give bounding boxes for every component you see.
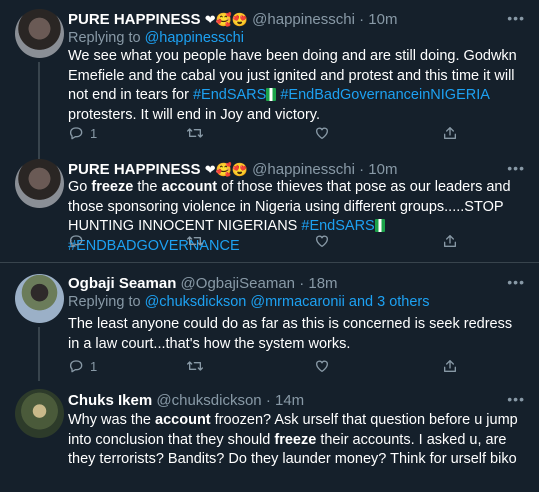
display-name[interactable]: Ogbaji Seaman [68,275,176,292]
reply-button[interactable] [68,233,84,249]
tweet-text: Why was the account froozen? Ask urself … [68,411,523,470]
reply-button[interactable]: 1 [68,358,97,374]
highlighted-term: account [155,412,211,428]
tweet-2[interactable]: PURE HAPPINESS ❤🥰😍 @happinesschi · 10m •… [0,159,539,257]
tweet-1[interactable]: PURE HAPPINESS ❤🥰😍 @happinesschi · 10m •… [0,0,539,159]
avatar[interactable] [15,9,64,58]
avatar[interactable] [15,274,64,323]
reply-count: 1 [90,358,98,374]
display-name[interactable]: PURE HAPPINESS [68,11,201,28]
tweet-header: Chuks Ikem @chuksdickson · 14m [68,391,304,411]
retweet-button[interactable] [186,125,204,141]
reply-to-link[interactable]: @happinesschi [145,30,244,46]
nigeria-flag-icon [374,219,385,232]
replying-to-label: Replying to [68,294,141,310]
highlighted-term: freeze [274,431,317,448]
hashtag-link[interactable]: #EndSARS [193,87,266,103]
tweet-text-part: of those thieves that pose as our leader… [68,179,511,234]
user-handle[interactable]: @happinesschi [252,11,355,28]
tweet-actions [68,233,508,253]
retweet-icon [187,128,203,138]
reply-to-link[interactable]: @chuksdickson @mrmacaronii and 3 others [145,294,430,310]
reply-icon [69,127,83,140]
tweet-3[interactable]: Ogbaji Seaman @OgbajiSeaman · 18m ••• Re… [0,263,539,381]
tweet-header: Ogbaji Seaman @OgbajiSeaman · 18m [68,274,338,294]
thread-line [38,327,40,381]
highlighted-term: freeze [91,179,134,195]
user-handle[interactable]: @chuksdickson [156,392,261,409]
like-icon [315,127,329,139]
share-icon [444,127,456,139]
replying-to: Replying to @happinesschi [68,29,244,48]
display-name[interactable]: PURE HAPPINESS [68,161,201,178]
like-button[interactable] [314,125,330,141]
tweet-text: The least anyone could do as far as this… [68,315,523,354]
retweet-icon [187,361,203,371]
hashtag-link[interactable]: #EndBadGovernanceinNIGERIA [280,87,489,103]
more-icon[interactable]: ••• [507,391,525,407]
reply-icon [69,360,83,373]
name-emojis: ❤🥰😍 [204,12,248,27]
timestamp[interactable]: · 10m [359,161,397,178]
tweet-4[interactable]: Chuks Ikem @chuksdickson · 14m ••• Why w… [0,381,539,492]
hashtag-link[interactable]: #EndSARS [301,218,374,234]
share-button[interactable] [442,125,458,141]
retweet-button[interactable] [186,358,204,374]
avatar[interactable] [15,389,64,438]
tweet-header: PURE HAPPINESS ❤🥰😍 @happinesschi · 10m [68,10,397,30]
retweet-button[interactable] [186,233,204,249]
name-emojis: ❤🥰😍 [204,162,248,177]
tweet-text-part: Why was the [68,412,151,428]
tweet-text: We see what you people have been doing a… [68,47,523,125]
tweet-text-part: Go [68,179,88,195]
share-button[interactable] [442,233,458,249]
like-icon [315,360,329,372]
retweet-icon [187,236,203,246]
avatar[interactable] [15,159,64,208]
reply-icon [69,235,83,248]
share-icon [444,360,456,372]
more-icon[interactable]: ••• [507,160,525,176]
timestamp[interactable]: · 18m [299,275,337,292]
display-name[interactable]: Chuks Ikem [68,392,152,409]
user-handle[interactable]: @OgbajiSeaman [181,275,295,292]
tweet-text-part: the [137,179,158,195]
tweet-text-part: The least anyone could do as far as this… [68,316,513,352]
share-button[interactable] [442,358,458,374]
like-button[interactable] [314,233,330,249]
user-handle[interactable]: @happinesschi [252,161,355,178]
highlighted-term: account [161,179,218,195]
reply-count: 1 [90,125,98,141]
replying-to: Replying to @chuksdickson @mrmacaronii a… [68,293,430,312]
tweet-actions: 1 [68,125,508,145]
replying-to-label: Replying to [68,30,141,46]
share-icon [444,235,456,247]
thread-line [38,62,40,159]
like-icon [315,235,329,247]
reply-button[interactable]: 1 [68,125,97,141]
more-icon[interactable]: ••• [507,10,525,26]
timestamp[interactable]: · 14m [266,392,304,409]
nigeria-flag-icon [266,88,277,101]
timestamp[interactable]: · 10m [359,11,397,28]
like-button[interactable] [314,358,330,374]
tweet-header: PURE HAPPINESS ❤🥰😍 @happinesschi · 10m [68,160,397,180]
tweet-actions: 1 [68,358,508,378]
tweet-text-part: protesters. It will end in Joy and victo… [68,106,320,123]
more-icon[interactable]: ••• [507,274,525,290]
